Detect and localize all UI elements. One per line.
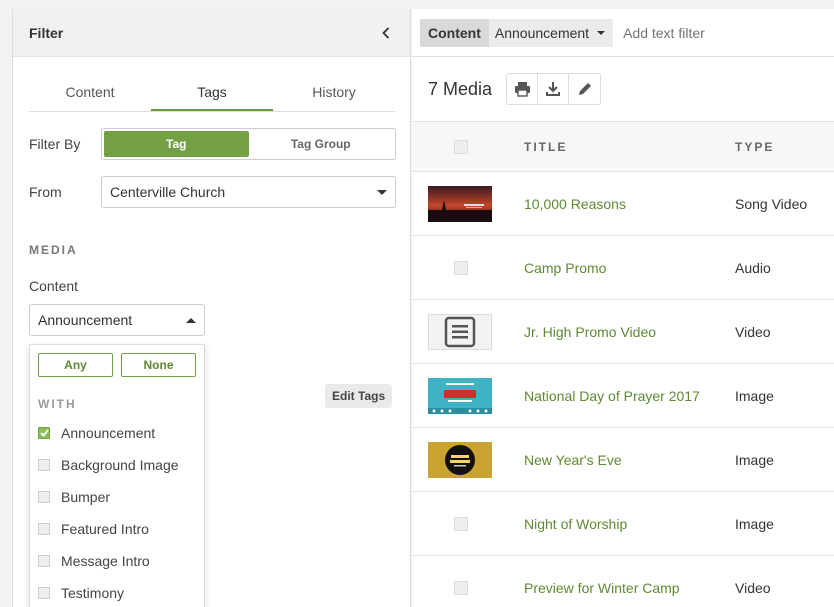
- media-panel: Content Announcement 7 Media: [412, 9, 834, 607]
- edit-tags-button[interactable]: Edit Tags: [325, 384, 393, 408]
- dropdown-item-label: Message Intro: [61, 553, 150, 569]
- table-row[interactable]: Camp Promo Audio: [412, 236, 834, 300]
- media-type: Image: [735, 452, 774, 468]
- media-title-link[interactable]: New Year's Eve: [524, 452, 622, 468]
- filter-title: Filter: [29, 24, 64, 41]
- select-all-checkbox[interactable]: [454, 140, 468, 154]
- media-count: 7 Media: [428, 78, 493, 99]
- media-title-link[interactable]: Jr. High Promo Video: [524, 324, 656, 340]
- from-select[interactable]: Centerville Church: [101, 176, 396, 208]
- filter-chip-value-text: Announcement: [494, 24, 590, 41]
- tab-history[interactable]: History: [273, 80, 395, 111]
- dropdown-item-featured-intro[interactable]: Featured Intro: [38, 521, 149, 537]
- dropdown-item-bumper[interactable]: Bumper: [38, 489, 110, 505]
- media-title-link[interactable]: Camp Promo: [524, 260, 606, 276]
- filter-by-toggle: Tag Tag Group: [101, 128, 396, 160]
- column-header-type[interactable]: TYPE: [735, 140, 774, 154]
- print-button[interactable]: [507, 74, 539, 104]
- dropdown-item-message-intro[interactable]: Message Intro: [38, 553, 150, 569]
- filter-header: Filter: [13, 9, 410, 57]
- prayer-thumbnail-image: [428, 378, 492, 414]
- media-type: Video: [735, 324, 771, 340]
- table-row[interactable]: New Year's Eve Image: [412, 428, 834, 492]
- edit-button[interactable]: [569, 74, 600, 104]
- caret-down-icon: [597, 30, 606, 35]
- table-header: TITLE TYPE: [412, 122, 834, 172]
- row-checkbox[interactable]: [454, 581, 468, 595]
- dropdown-item-testimony[interactable]: Testimony: [38, 585, 124, 601]
- edit-pencil-icon: [578, 83, 591, 95]
- content-select[interactable]: Announcement: [29, 304, 205, 336]
- checkbox-checked-icon: [38, 427, 50, 439]
- dropdown-quick-buttons: Any None: [38, 353, 196, 377]
- media-title-link[interactable]: National Day of Prayer 2017: [524, 388, 700, 404]
- filter-bar: Content Announcement: [412, 9, 834, 57]
- tab-content[interactable]: Content: [29, 80, 151, 111]
- content-dropdown-menu: Any None WITH Announcement Background Im…: [29, 344, 205, 607]
- row-checkbox[interactable]: [454, 261, 468, 275]
- checkbox-icon: [38, 587, 50, 599]
- with-heading: WITH: [38, 397, 77, 411]
- print-icon: [514, 82, 530, 97]
- table-row[interactable]: Preview for Winter Camp Video: [412, 556, 834, 607]
- media-title-link[interactable]: Preview for Winter Camp: [524, 580, 680, 596]
- dropdown-item-label: Featured Intro: [61, 521, 149, 537]
- media-type: Audio: [735, 260, 771, 276]
- any-button[interactable]: Any: [38, 353, 113, 377]
- media-type: Video: [735, 580, 771, 596]
- table-row[interactable]: Night of Worship Image: [412, 492, 834, 556]
- filter-chip-label: Content: [420, 18, 489, 47]
- table-row[interactable]: National Day of Prayer 2017 Image: [412, 364, 834, 428]
- media-type: Image: [735, 516, 774, 532]
- filter-chip-value[interactable]: Announcement: [488, 18, 614, 47]
- media-type: Song Video: [735, 196, 808, 212]
- table-row[interactable]: Jr. High Promo Video Video: [412, 300, 834, 364]
- filter-by-label: Filter By: [29, 136, 81, 152]
- filter-panel: Filter Content Tags History Filter By Ta…: [12, 9, 411, 607]
- dropdown-item-announcement[interactable]: Announcement: [38, 425, 155, 441]
- row-checkbox[interactable]: [454, 517, 468, 531]
- download-button[interactable]: [538, 74, 570, 104]
- checkbox-icon: [38, 491, 50, 503]
- content-label: Content: [29, 278, 79, 294]
- chevron-left-icon: [382, 26, 390, 39]
- toolbar-buttons: [506, 73, 602, 105]
- app-root: Filter Content Tags History Filter By Ta…: [0, 0, 834, 607]
- filter-by-tag-button[interactable]: Tag: [104, 131, 249, 157]
- table-row[interactable]: 10,000 Reasons Song Video: [412, 172, 834, 236]
- content-select-value: Announcement: [38, 312, 133, 328]
- collapse-panel-button[interactable]: [378, 25, 394, 41]
- from-select-value: Centerville Church: [110, 184, 226, 200]
- dropdown-item-label: Announcement: [61, 425, 156, 441]
- new-year-thumbnail-image: [428, 442, 492, 478]
- add-text-filter-input[interactable]: [623, 24, 824, 41]
- checkbox-icon: [38, 459, 50, 471]
- media-title-link[interactable]: 10,000 Reasons: [524, 196, 626, 212]
- media-type: Image: [735, 388, 774, 404]
- filter-tabs: Content Tags History: [29, 80, 395, 112]
- checkbox-icon: [38, 555, 50, 567]
- column-header-title[interactable]: TITLE: [524, 140, 567, 154]
- media-section-heading: MEDIA: [29, 243, 78, 257]
- dropdown-item-label: Testimony: [61, 585, 125, 601]
- filter-by-tag-group-button[interactable]: Tag Group: [249, 131, 394, 157]
- dropdown-item-label: Bumper: [61, 489, 111, 505]
- none-button[interactable]: None: [121, 353, 196, 377]
- tab-tags[interactable]: Tags: [151, 80, 273, 111]
- caret-up-icon: [186, 317, 196, 323]
- checkbox-icon: [38, 523, 50, 535]
- from-label: From: [29, 184, 62, 200]
- sunset-thumbnail-image: [428, 186, 492, 222]
- download-icon: [546, 82, 561, 96]
- caret-down-icon: [377, 189, 387, 195]
- dropdown-item-background-image[interactable]: Background Image: [38, 457, 179, 473]
- document-thumbnail-icon: [428, 314, 492, 350]
- media-title-link[interactable]: Night of Worship: [524, 516, 627, 532]
- media-toolbar: 7 Media: [412, 57, 834, 122]
- dropdown-item-label: Background Image: [61, 457, 179, 473]
